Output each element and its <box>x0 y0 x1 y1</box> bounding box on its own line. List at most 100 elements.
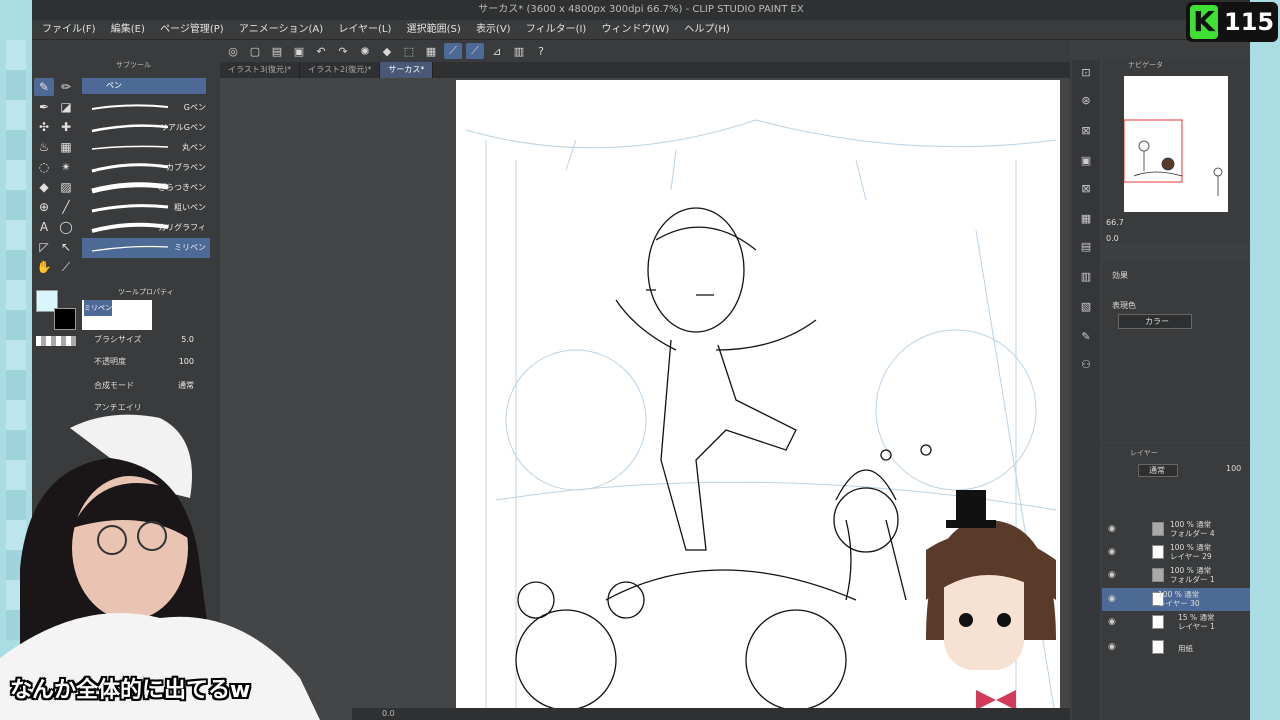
blend-tool-icon[interactable]: ♨ <box>34 138 54 156</box>
rotate-value[interactable]: 0.0 <box>1106 234 1119 243</box>
zoom-tool-icon[interactable]: ⊕ <box>34 198 54 216</box>
close-icon[interactable]: ⊠ <box>1076 180 1096 198</box>
navigator-preview[interactable] <box>1124 76 1228 212</box>
badge-number: 115 <box>1224 8 1275 36</box>
layer-row[interactable]: ◉ 15 % 通常 レイヤー 1 <box>1102 611 1250 634</box>
eyedropper-tool-icon[interactable]: ⟋ <box>56 258 76 276</box>
balloon-tool-icon[interactable]: ◯ <box>56 218 76 236</box>
sketch-drawing <box>465 119 1057 720</box>
hand-tool-icon[interactable]: ✋ <box>34 258 54 276</box>
frame-tool-icon[interactable]: ◸ <box>34 238 54 256</box>
eye-icon[interactable]: ◉ <box>1108 642 1116 652</box>
status-zoom: 0.0 <box>382 709 395 718</box>
color-selector[interactable] <box>34 290 80 352</box>
layer-row[interactable]: ◉ 100 % 通常 フォルダー 1 <box>1102 564 1250 587</box>
brush-item[interactable]: 粗いペン <box>82 198 210 218</box>
menu-layer[interactable]: レイヤー(L) <box>332 20 397 40</box>
brush-item[interactable]: カブラペン <box>82 158 210 178</box>
fill-icon[interactable]: ◆ <box>378 43 396 59</box>
settings-icon[interactable]: ▥ <box>510 43 528 59</box>
line-tool-icon[interactable]: ╱ <box>56 198 76 216</box>
tab-illust2[interactable]: イラスト2(復元)* <box>300 62 381 78</box>
fill-tool-icon[interactable]: ◆ <box>34 178 54 196</box>
brush-item[interactable]: リアルGペン <box>82 118 210 138</box>
note-icon[interactable]: ▤ <box>1076 238 1096 256</box>
select-all-icon[interactable]: ▦ <box>422 43 440 59</box>
layer-row-selected[interactable]: ◉ 100 % 通常 レイヤー 30 <box>1102 588 1250 611</box>
move-tool-icon[interactable]: ✚ <box>56 118 76 136</box>
canvas-area[interactable] <box>220 78 1070 720</box>
brush-list: Gペン リアルGペン 丸ペン カブラペン ざらつきペン 粗いペン カリグラフィ … <box>82 98 210 258</box>
menu-window[interactable]: ウィンドウ(W) <box>596 20 676 40</box>
save-icon[interactable]: ▣ <box>290 43 308 59</box>
navigator-thumbnail <box>1124 119 1223 196</box>
eye-icon[interactable]: ◉ <box>1108 570 1116 580</box>
grid-icon[interactable]: ▦ <box>1076 210 1096 228</box>
brush-item[interactable]: ざらつきペン <box>82 178 210 198</box>
layer-row[interactable]: ◉ 100 % 通常 フォルダー 4 <box>1102 518 1250 541</box>
menu-view[interactable]: 表示(V) <box>470 20 517 40</box>
object-tool-icon[interactable]: ↖ <box>56 238 76 256</box>
decoration-tool-icon[interactable]: ✣ <box>34 118 54 136</box>
list-icon[interactable]: ▥ <box>1076 268 1096 286</box>
brush-item[interactable]: 丸ペン <box>82 138 210 158</box>
edit-icon[interactable]: ✎ <box>1076 328 1096 346</box>
menu-page[interactable]: ページ管理(P) <box>154 20 230 40</box>
transform-icon[interactable]: ⬚ <box>400 43 418 59</box>
menu-help[interactable]: ヘルプ(H) <box>678 20 735 40</box>
eye-icon[interactable]: ◉ <box>1108 547 1116 557</box>
search-icon[interactable]: ⊛ <box>1076 92 1096 110</box>
close-icon[interactable]: ⊠ <box>1076 122 1096 140</box>
tab-circus[interactable]: サーカス* <box>380 62 434 78</box>
layer-row[interactable]: ◉ 100 % 通常 レイヤー 29 <box>1102 541 1250 564</box>
redo-icon[interactable]: ↷ <box>334 43 352 59</box>
eraser-tool-icon[interactable]: ◪ <box>56 98 76 116</box>
layer-blend-select[interactable]: 通常 <box>1138 464 1178 477</box>
menu-file[interactable]: ファイル(F) <box>36 20 102 40</box>
grid-tool-icon[interactable]: ▦ <box>56 138 76 156</box>
lasso-tool-icon[interactable]: ◌ <box>34 158 54 176</box>
canvas-paper[interactable] <box>456 80 1060 720</box>
brush-tool-icon[interactable]: ✒ <box>34 98 54 116</box>
image-icon[interactable]: ▣ <box>1076 152 1096 170</box>
brush-item[interactable]: Gペン <box>82 98 210 118</box>
new-file-icon[interactable]: ▢ <box>246 43 264 59</box>
menu-selection[interactable]: 選択範囲(S) <box>401 20 467 40</box>
pin-icon[interactable]: ⊡ <box>1076 64 1096 82</box>
eye-icon[interactable]: ◉ <box>1108 594 1116 604</box>
transparent-color-swatch[interactable] <box>36 336 76 346</box>
sub-color-swatch[interactable] <box>54 308 76 330</box>
menu-animation[interactable]: アニメーション(A) <box>233 20 329 40</box>
tab-illust3[interactable]: イラスト3(復元)* <box>220 62 301 78</box>
layer-row[interactable]: ◉ 用紙 <box>1102 636 1250 659</box>
people-icon[interactable]: ⚇ <box>1076 356 1096 374</box>
clear-icon[interactable]: ✺ <box>356 43 374 59</box>
subtool-group-pen[interactable]: ペン <box>82 78 206 94</box>
grid-snap-icon[interactable]: ⊿ <box>488 43 506 59</box>
blend-mode-row[interactable]: 合成モード 通常 <box>82 378 210 394</box>
brush-item[interactable]: カリグラフィ <box>82 218 210 238</box>
opacity-row[interactable]: 不透明度 100 <box>82 354 210 370</box>
brush-size-row[interactable]: ブラシサイズ 5.0 <box>82 332 210 348</box>
color-expression-select[interactable]: カラー <box>1118 314 1192 329</box>
pencil-tool-icon[interactable]: ✏ <box>56 78 76 96</box>
ruler-snap-icon[interactable]: ⟋ <box>444 43 462 59</box>
undo-icon[interactable]: ↶ <box>312 43 330 59</box>
open-folder-icon[interactable]: ▤ <box>268 43 286 59</box>
assist-icon[interactable]: ? <box>532 43 550 59</box>
eye-icon[interactable]: ◉ <box>1108 617 1116 627</box>
navigator-panel: ナビゲータ 66.7 0.0 <box>1102 58 1250 243</box>
special-ruler-snap-icon[interactable]: ⟋ <box>466 43 484 59</box>
pen-tool-icon[interactable]: ✎ <box>34 78 54 96</box>
magic-wand-icon[interactable]: ✴ <box>56 158 76 176</box>
menu-filter[interactable]: フィルター(I) <box>520 20 593 40</box>
brush-item-selected[interactable]: ミリペン <box>82 238 210 258</box>
app-icon[interactable]: ◎ <box>224 43 242 59</box>
zoom-value[interactable]: 66.7 <box>1106 218 1124 227</box>
gradient-tool-icon[interactable]: ▨ <box>56 178 76 196</box>
eye-icon[interactable]: ◉ <box>1108 524 1116 534</box>
layer-opacity-value[interactable]: 100 <box>1226 464 1241 473</box>
text-tool-icon[interactable]: A <box>34 218 54 236</box>
save-icon[interactable]: ▧ <box>1076 298 1096 316</box>
menu-edit[interactable]: 編集(E) <box>105 20 151 40</box>
